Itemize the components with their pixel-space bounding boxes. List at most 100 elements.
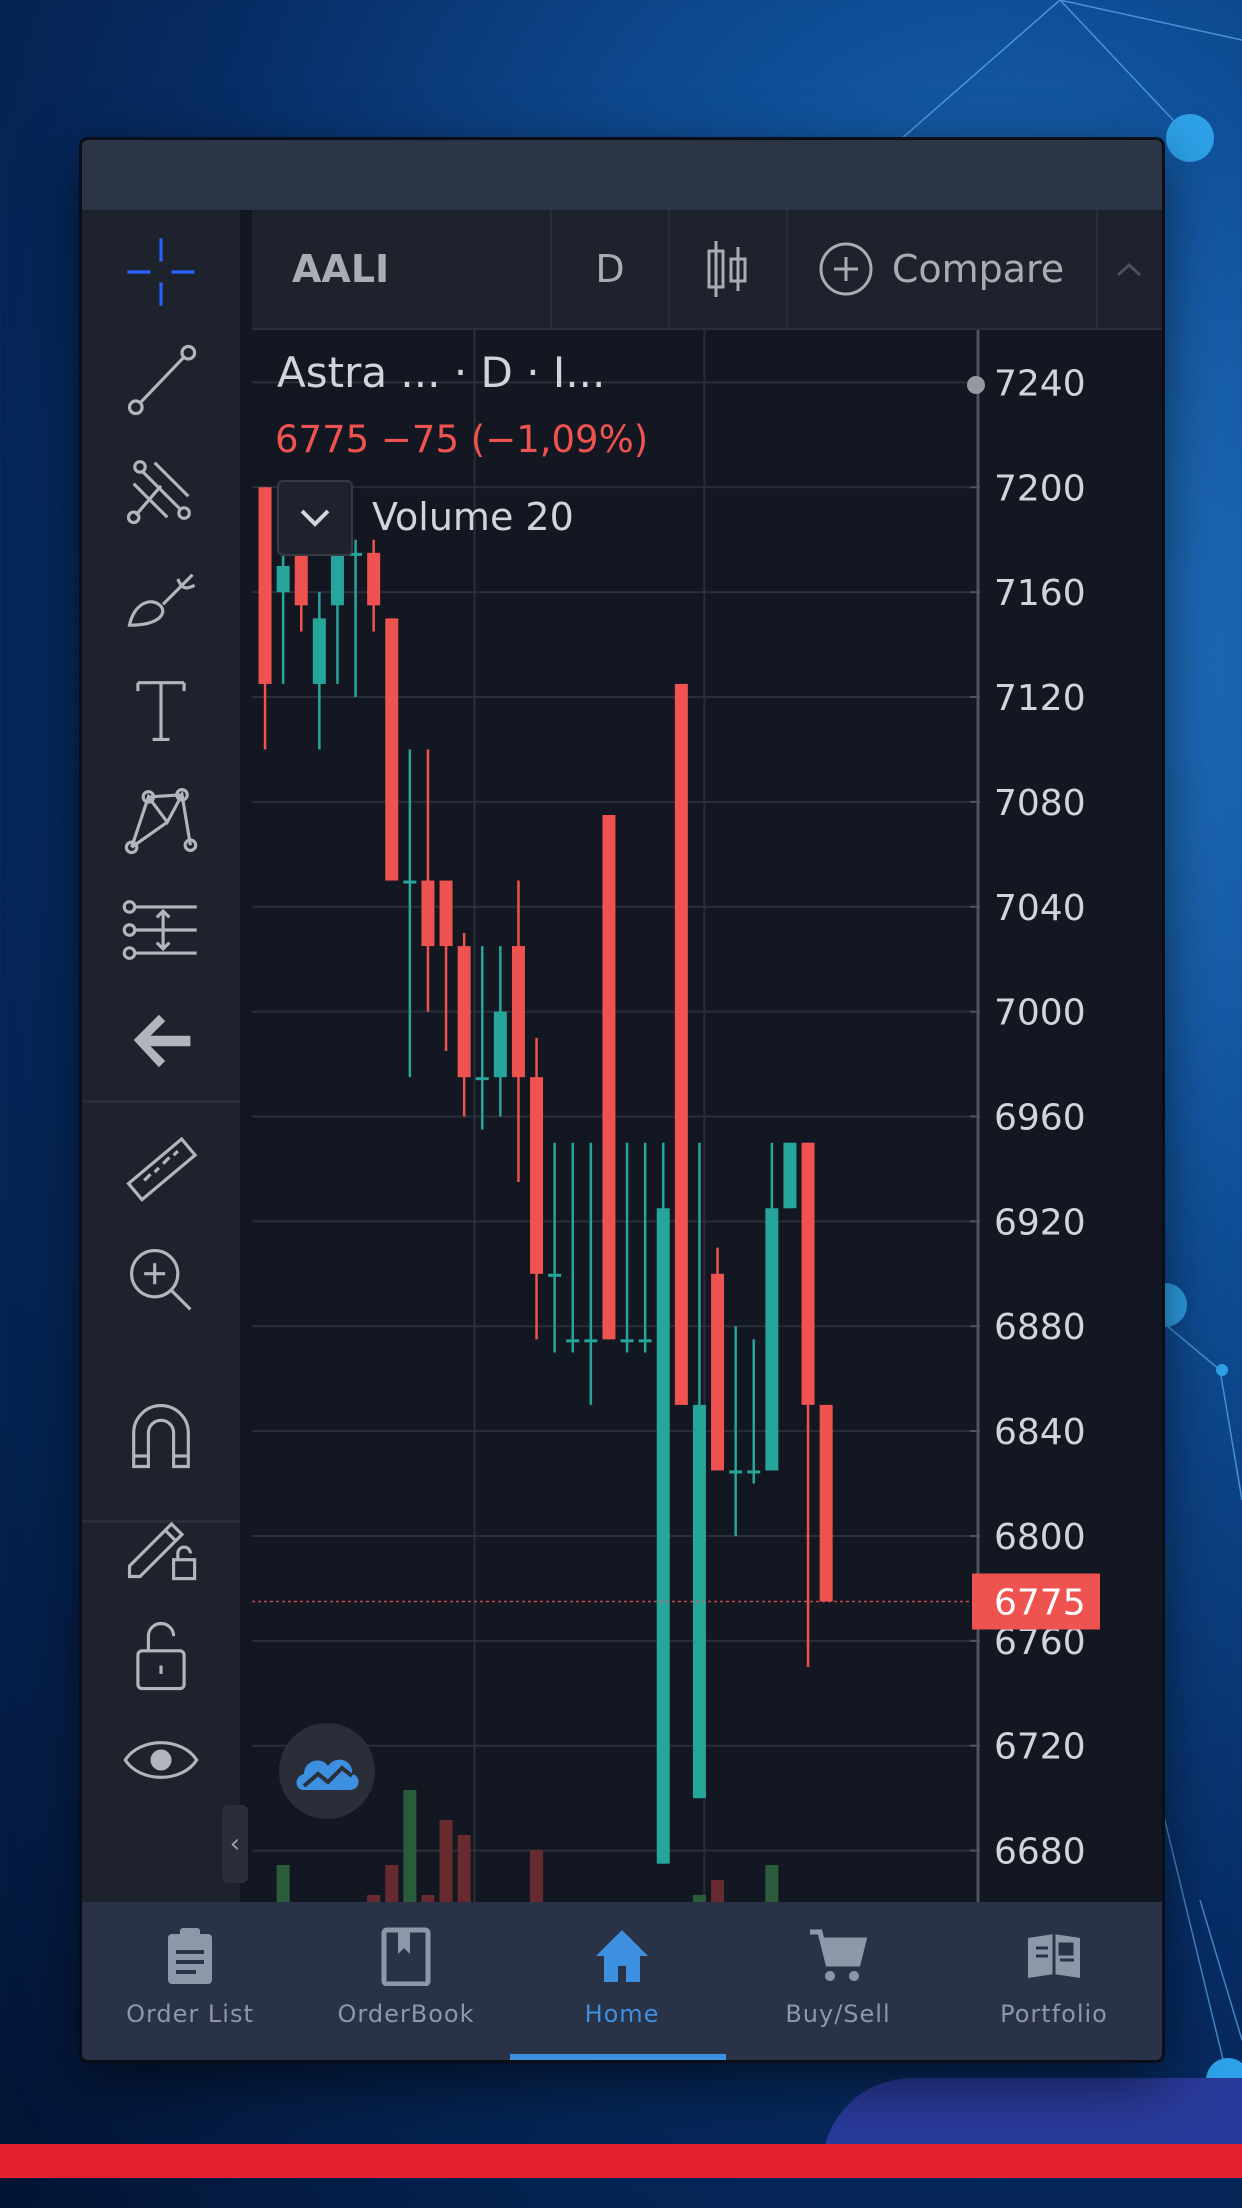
pitchfork-tool[interactable] <box>82 440 240 540</box>
candle-body <box>385 618 399 881</box>
drawing-toolbar <box>82 210 240 2040</box>
trend-line-icon <box>127 344 197 416</box>
price-tick-label: 6680 <box>994 1832 1086 1873</box>
price-chart[interactable]: 7240 7200 7160 7120 7080 7040 7000 6960 6920 6880… <box>252 330 1162 2040</box>
price-tick-label: 6840 <box>994 1412 1086 1453</box>
more-button[interactable] <box>1096 210 1162 328</box>
last-price-change: 6775 −75 (−1,09%) <box>275 418 649 461</box>
price-tick-label: 6800 <box>994 1517 1086 1558</box>
pattern-tool[interactable] <box>82 770 240 870</box>
nav-order-list[interactable]: Order List <box>82 1902 298 2060</box>
pencil-lock-icon <box>127 1521 197 1581</box>
candle-body <box>493 1011 507 1078</box>
crosshair-tool[interactable] <box>82 222 240 322</box>
compare-label: Compare <box>891 247 1065 291</box>
last-price-label: 6775 <box>994 1583 1086 1624</box>
candle-body <box>711 1273 725 1471</box>
candle-body <box>530 1077 544 1274</box>
app-window: ‹ AALI D Compare 7240 7200 7160 7120 7080 704… <box>82 140 1162 2060</box>
plus-circle-icon <box>819 242 873 296</box>
book-icon <box>381 1927 431 1986</box>
price-tick-label: 7160 <box>994 573 1086 614</box>
candle-body <box>819 1404 833 1602</box>
candle-body <box>656 1208 670 1864</box>
price-tick-label: 7000 <box>994 993 1086 1034</box>
cloud-chart-icon <box>296 1759 359 1790</box>
nav-buy-sell[interactable]: Buy/Sell <box>730 1902 946 2060</box>
candle-body <box>765 1208 779 1471</box>
nav-portfolio[interactable]: Portfolio <box>946 1902 1162 2060</box>
chart-type-button[interactable] <box>668 210 788 328</box>
active-tab-indicator <box>510 2054 726 2060</box>
interval-label: D <box>595 247 625 291</box>
candle-body <box>258 487 272 684</box>
compare-button[interactable]: Compare <box>786 210 1098 328</box>
symbol-search-button[interactable]: AALI <box>252 210 552 328</box>
price-tick-label: 6720 <box>994 1727 1086 1768</box>
price-tick-label: 7200 <box>994 468 1086 509</box>
candle-body <box>330 552 344 606</box>
price-tick-label: 7240 <box>994 363 1086 404</box>
crosshair-icon <box>127 238 195 306</box>
candlestick-icon <box>707 241 747 297</box>
chart-logo-button[interactable] <box>279 1723 375 1819</box>
price-tick-label: 6920 <box>994 1202 1086 1243</box>
measure-range-tool[interactable] <box>82 880 240 980</box>
candle-body <box>475 1077 489 1081</box>
toolbar-separator <box>82 1100 240 1103</box>
nav-home[interactable]: Home <box>514 1902 730 2060</box>
nav-label: OrderBook <box>337 2000 475 2028</box>
candle-body <box>439 880 453 947</box>
text-icon <box>136 681 186 741</box>
nav-orderbook[interactable]: OrderBook <box>298 1902 514 2060</box>
status-bar <box>82 140 1162 210</box>
nav-label: Portfolio <box>1000 2000 1108 2028</box>
text-tool[interactable] <box>82 660 240 760</box>
lock-tool[interactable] <box>82 1605 240 1705</box>
candle-body <box>620 1339 634 1343</box>
brush-icon <box>127 573 196 627</box>
lock-drawings-tool[interactable] <box>82 1495 240 1595</box>
ruler-tool[interactable] <box>82 1120 240 1220</box>
decorative-stripe <box>0 2144 1242 2178</box>
candle-body <box>511 946 525 1078</box>
candle-body <box>548 1273 562 1277</box>
price-tick-label: 6960 <box>994 1097 1086 1138</box>
magnet-tool[interactable] <box>82 1385 240 1485</box>
back-tool[interactable] <box>82 990 240 1090</box>
nav-label: Home <box>584 2000 660 2028</box>
interval-button[interactable]: D <box>552 210 670 328</box>
volume-indicator-label: Volume 20 <box>372 495 574 539</box>
xabcd-pattern-icon <box>124 787 198 855</box>
candle-body <box>312 618 326 684</box>
candle-body <box>367 552 381 606</box>
candle-body <box>566 1339 580 1343</box>
price-tick-label: 6880 <box>994 1307 1086 1348</box>
candle-body <box>638 1339 652 1343</box>
price-tick-label: 7080 <box>994 783 1086 824</box>
brush-tool[interactable] <box>82 550 240 650</box>
cart-icon <box>810 1929 868 1981</box>
chevron-up-icon <box>1116 262 1142 277</box>
candle-body <box>674 683 688 1405</box>
zoom-tool[interactable] <box>82 1230 240 1330</box>
trend-line-tool[interactable] <box>82 330 240 430</box>
toolbar-collapse-toggle[interactable]: ‹ <box>222 1805 248 1883</box>
ruler-icon <box>126 1136 198 1202</box>
candle-body <box>457 946 471 1078</box>
visibility-tool[interactable] <box>82 1710 240 1810</box>
legend-collapse-button[interactable] <box>277 480 353 556</box>
chevron-down-icon <box>300 509 330 527</box>
newspaper-icon <box>1028 1934 1080 1978</box>
candle-body <box>783 1142 797 1209</box>
symbol-legend-title: Astra ... · D · I... <box>277 348 606 397</box>
nav-label: Order List <box>126 2000 254 2028</box>
symbol-label: AALI <box>292 247 390 291</box>
candlestick-chart: 7240 7200 7160 7120 7080 7040 7000 6960 6920 6880… <box>252 330 1162 2040</box>
chart-toolbar: AALI D Compare <box>252 210 1162 330</box>
nav-label: Buy/Sell <box>785 2000 891 2028</box>
pitchfork-icon <box>126 460 191 525</box>
candle-body <box>276 565 290 593</box>
range-arrows-icon <box>122 900 197 960</box>
candle-body <box>747 1470 761 1474</box>
